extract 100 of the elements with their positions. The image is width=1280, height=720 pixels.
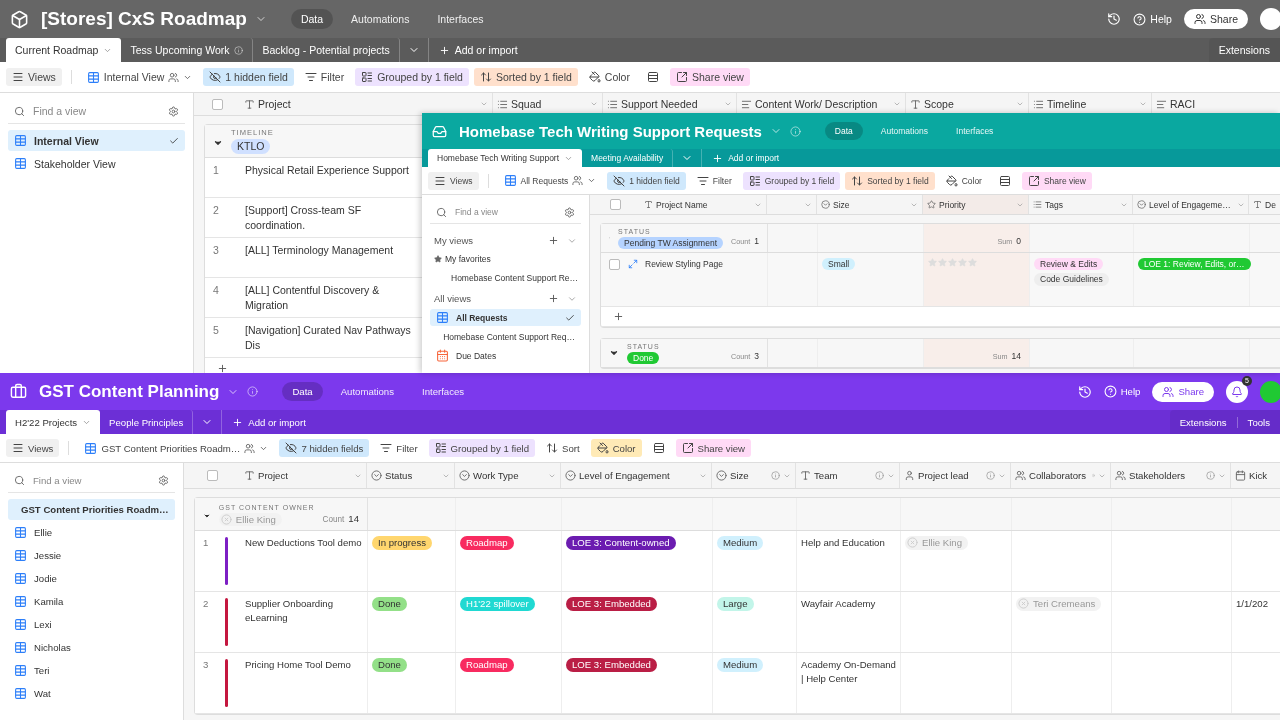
tag: In progress — [372, 536, 432, 550]
share-button[interactable]: Share — [1183, 9, 1248, 29]
side-tab[interactable]: Extensions — [1169, 416, 1237, 428]
search-field[interactable]: Find a view — [453, 206, 558, 218]
view-item[interactable]: Homebase Content Support Req… — [430, 328, 581, 345]
toolbar-button[interactable]: 1 hidden field — [203, 68, 294, 86]
column-header[interactable]: De — [1249, 195, 1280, 214]
toolbar-button[interactable]: Filter — [374, 439, 424, 457]
column-header[interactable]: Project — [240, 463, 367, 488]
view-item[interactable]: Homebase Content Support Re… — [438, 269, 581, 286]
toolbar-button[interactable]: Color — [590, 439, 642, 457]
toolbar-button[interactable]: Grouped by 1 field — [428, 439, 535, 457]
toolbar-button[interactable]: Views — [6, 439, 60, 457]
table-cell: Academy On-Demand | Help Center — [801, 658, 896, 686]
column-header[interactable]: Kick — [1231, 463, 1280, 488]
toolbar-button[interactable]: Share view — [675, 439, 752, 457]
toolbar-button[interactable]: Views — [6, 68, 62, 86]
tag: Done — [372, 658, 407, 672]
add-table-button[interactable]: Add or import — [222, 410, 316, 434]
toolbar-button[interactable]: 7 hidden fields — [279, 439, 370, 457]
nav-tab[interactable]: Automations — [341, 9, 420, 29]
nav-tab[interactable]: Automations — [330, 382, 404, 401]
help-button[interactable]: Help — [1133, 12, 1172, 26]
column-header[interactable]: Stakeholders — [1111, 463, 1231, 488]
toolbar-button[interactable]: Grouped by 1 field — [355, 68, 469, 86]
column-header[interactable]: Level of Engagement — [561, 463, 712, 488]
table-tab[interactable]: Homebase Tech Writing Support — [428, 149, 583, 167]
view-item[interactable]: Jodie — [8, 568, 175, 589]
search-field[interactable]: Find a view — [31, 104, 162, 118]
view-item[interactable]: Wat — [8, 683, 175, 704]
tag: LOE 3: Content-owned — [566, 536, 676, 550]
add-table-button[interactable]: Add or import — [428, 38, 528, 62]
view-switcher[interactable]: GST Content Priorities Roadm… — [78, 438, 275, 458]
favorites-heading: My favorites — [445, 254, 491, 264]
table-cell: 1/1/202 — [1236, 597, 1268, 611]
column-header[interactable]: Project Name — [640, 195, 767, 214]
column-header[interactable]: Size — [712, 463, 796, 488]
table-tab[interactable]: Tess Upcoming Work — [121, 38, 254, 62]
view-item[interactable]: Ellie — [8, 522, 175, 543]
table-cell: New Deductions Tool demo — [245, 536, 362, 550]
share-button[interactable]: Share — [1152, 381, 1214, 402]
view-switcher[interactable]: All Requests — [497, 171, 603, 190]
tag: Review & Edits — [1034, 258, 1104, 271]
toolbar-button[interactable]: Color — [582, 68, 636, 86]
nav-tab[interactable]: Data — [282, 382, 323, 401]
table-tab[interactable]: People Principles — [100, 410, 194, 434]
view-item[interactable]: Teri — [8, 660, 175, 681]
side-tab[interactable]: Tools — [1236, 416, 1280, 428]
view-item[interactable]: Due Dates — [430, 347, 581, 364]
nav-tab[interactable]: Interfaces — [412, 382, 475, 401]
table-cell: Wayfair Academy — [801, 597, 876, 611]
column-header[interactable]: Collaborators — [1011, 463, 1111, 488]
toolbar-button[interactable]: Filter — [690, 171, 738, 190]
column-header[interactable]: Level of Engageme… — [1133, 195, 1249, 214]
row-number: 3 — [213, 244, 220, 257]
table-cell: Physical Retail Experience Support — [245, 163, 409, 179]
table-tab[interactable]: Backlog - Potential projects — [253, 38, 400, 62]
toolbar-button[interactable]: Views — [428, 171, 479, 190]
table-cell-text: [Navigation] Curated Nav Pathways Dis — [245, 323, 412, 354]
view-item[interactable]: Kamila — [8, 591, 175, 612]
column-header[interactable]: Status — [367, 463, 455, 488]
help-button[interactable]: Help — [1103, 385, 1141, 398]
person-name: Ellie King — [922, 536, 962, 550]
tag: Roadmap — [460, 536, 514, 550]
nav-tab[interactable]: Data — [824, 122, 863, 140]
column-header[interactable]: Tags — [1029, 195, 1133, 214]
view-item[interactable]: All Requests — [430, 309, 581, 326]
column-header[interactable]: Project lead — [900, 463, 1011, 488]
toolbar-button[interactable]: Sort — [540, 439, 586, 457]
nav-tab[interactable]: Interfaces — [427, 9, 494, 29]
table-cell: Review Styling Page — [645, 258, 723, 271]
column-header[interactable]: Priority — [923, 195, 1029, 214]
toolbar-button[interactable]: Share view — [1021, 171, 1092, 190]
toolbar-button[interactable]: Grouped by 1 field — [742, 171, 841, 190]
row-number: 1 — [203, 537, 210, 548]
sum-value: 14 — [1011, 351, 1021, 361]
toolbar-button[interactable]: Color — [939, 171, 988, 190]
view-switcher[interactable]: Internal View — [80, 67, 199, 87]
toolbar-button[interactable]: Sorted by 1 field — [845, 171, 935, 190]
toolbar-button[interactable]: Sorted by 1 field — [473, 68, 578, 86]
view-item[interactable]: Jessie — [8, 545, 175, 566]
base-title: [Stores] CxS Roadmap — [41, 8, 247, 30]
view-item[interactable]: Lexi — [8, 614, 175, 635]
sum-value: 0 — [1016, 236, 1021, 246]
column-header[interactable]: Work Type — [455, 463, 561, 488]
view-item[interactable]: Stakeholder View — [8, 153, 185, 174]
toolbar-button[interactable]: 1 hidden field — [607, 171, 686, 190]
table-tab[interactable]: H2'22 Projects — [6, 410, 101, 434]
view-item[interactable]: Internal View — [8, 130, 185, 151]
tag: Roadmap — [460, 658, 514, 672]
table-tab[interactable]: Current Roadmap — [6, 38, 122, 62]
row-number: 2 — [203, 598, 210, 609]
toolbar-button[interactable]: Filter — [298, 68, 351, 86]
nav-tab[interactable]: Data — [290, 9, 334, 29]
view-item[interactable]: Nicholas — [8, 637, 175, 658]
table-cell: Pricing Home Tool Demo — [245, 658, 351, 672]
column-header[interactable]: Team — [796, 463, 900, 488]
view-item[interactable]: GST Content Priorities Roadm… — [8, 499, 175, 520]
search-field[interactable]: Find a view — [31, 474, 152, 487]
toolbar-button[interactable]: Share view — [669, 68, 750, 86]
